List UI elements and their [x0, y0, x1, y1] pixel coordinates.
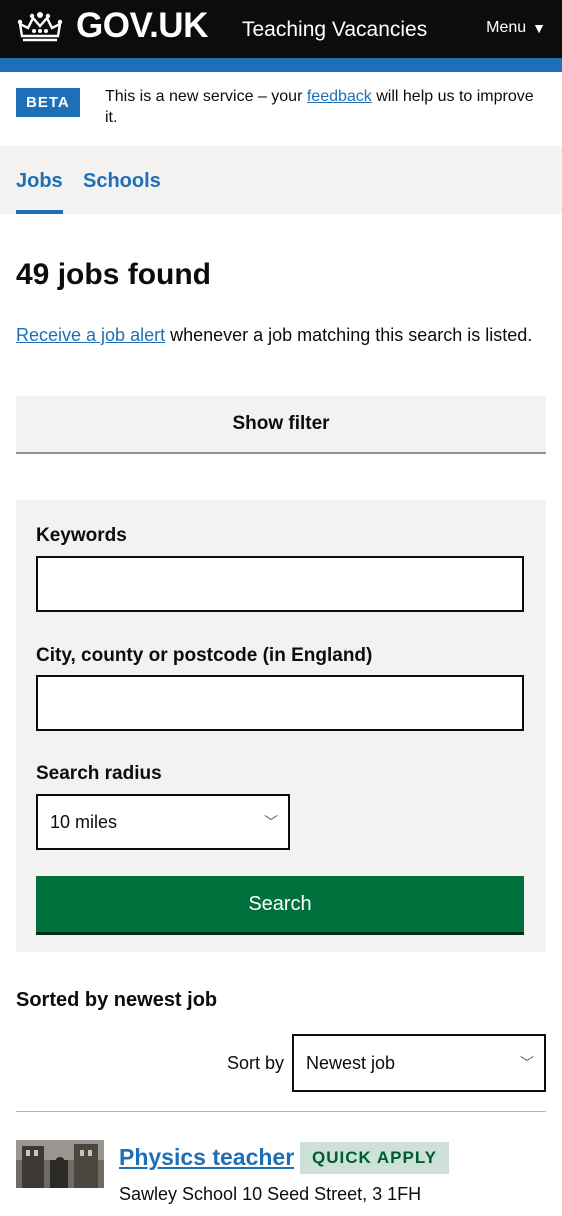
sort-select[interactable]: Newest job ﹀ [292, 1034, 546, 1092]
site-header: GOV.UK Teaching Vacancies Menu ▼ [0, 0, 562, 58]
job-listing: Physics teacher QUICK APPLY Sawley Schoo… [16, 1136, 546, 1216]
job-alert-description: whenever a job matching this search is l… [165, 325, 533, 345]
job-address: Sawley School 10 Seed Street, 3 1FH [119, 1184, 422, 1204]
show-filter-button[interactable]: Show filter [16, 396, 546, 454]
quick-apply-badge: QUICK APPLY [300, 1142, 449, 1174]
radius-selected-value: 10 miles [50, 812, 118, 832]
header-accent-bar [0, 58, 562, 72]
sort-control: Sort by Newest job ﹀ [16, 1034, 546, 1092]
crown-icon [17, 12, 63, 42]
job-alert-link[interactable]: Receive a job alert [16, 325, 165, 345]
radius-select[interactable]: 10 miles ﹀ [36, 794, 290, 850]
results-heading: 49 jobs found [16, 258, 211, 291]
beta-message-before: This is a new service – your [105, 88, 307, 105]
keywords-input[interactable] [36, 556, 524, 612]
active-tab-indicator [16, 210, 63, 214]
location-input[interactable] [36, 675, 524, 731]
location-label: City, county or postcode (in England) [36, 645, 373, 666]
chevron-down-icon: ﹀ [520, 1055, 534, 1071]
menu-label: Menu [486, 19, 527, 36]
service-name[interactable]: Teaching Vacancies [242, 16, 427, 44]
sub-navigation: Jobs Schools [0, 146, 562, 214]
beta-message: This is a new service – your feedback wi… [105, 86, 545, 128]
radius-label: Search radius [36, 763, 162, 784]
job-alert-text: Receive a job alert whenever a job match… [16, 322, 546, 349]
keywords-label: Keywords [36, 525, 127, 546]
tab-jobs[interactable]: Jobs [16, 168, 63, 194]
sort-label: Sort by [226, 1053, 284, 1073]
job-title-link[interactable]: Physics teacher [119, 1142, 294, 1172]
search-button[interactable]: Search [36, 876, 524, 932]
school-thumbnail-image [16, 1140, 104, 1188]
feedback-link[interactable]: feedback [307, 88, 372, 105]
results-divider [16, 1111, 546, 1112]
menu-button[interactable]: Menu ▼ [486, 18, 546, 38]
sort-heading: Sorted by newest job [16, 989, 218, 1011]
tab-schools[interactable]: Schools [83, 168, 161, 194]
govuk-logo-text[interactable]: GOV.UK [76, 6, 208, 46]
search-filter-panel: Keywords City, county or postcode (in En… [16, 500, 546, 952]
triangle-down-icon: ▼ [532, 20, 546, 36]
beta-tag: BETA [16, 88, 80, 117]
sort-selected-value: Newest job [306, 1053, 396, 1073]
chevron-down-icon: ﹀ [264, 814, 278, 830]
